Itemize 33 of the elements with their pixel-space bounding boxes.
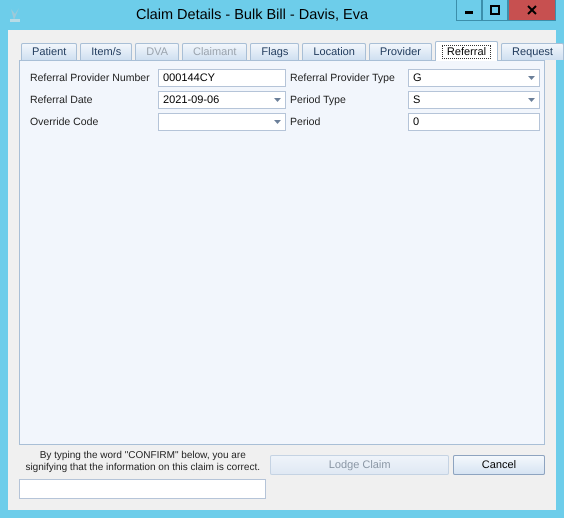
caret-icon — [528, 98, 535, 102]
confirm-notice: By typing the word "CONFIRM" below, you are signifying that the information on this claim is correct. — [24, 450, 261, 474]
field-label: Period Type — [290, 94, 347, 106]
window-title: Claim Details - Bulk Bill - Davis, Eva — [134, 7, 370, 23]
field-label: Referral Provider Number — [30, 72, 151, 84]
close-icon — [527, 5, 537, 15]
close-button[interactable] — [508, 0, 556, 21]
dropdown-field[interactable]: G — [408, 69, 540, 87]
field-label: Referral Provider Type — [290, 72, 396, 84]
minimize-button[interactable] — [456, 0, 482, 21]
input-field[interactable]: 0 — [408, 113, 540, 131]
dropdown-field[interactable]: 2021-09-06 — [158, 91, 286, 109]
field-label: Override Code — [30, 116, 100, 128]
input-field[interactable]: 000144CY — [158, 69, 286, 87]
field-label: Referral Date — [30, 94, 94, 106]
tab[interactable]: Location — [302, 43, 366, 60]
dropdown-field[interactable] — [158, 113, 286, 131]
caret-icon — [274, 98, 281, 102]
tab[interactable]: Provider — [368, 43, 432, 60]
field-label: Period — [290, 116, 322, 128]
caret-icon — [528, 76, 535, 80]
tab[interactable]: Referral — [434, 41, 498, 61]
app-logo-icon — [8, 7, 22, 23]
input-field[interactable] — [19, 479, 266, 499]
maximize-icon — [490, 5, 500, 15]
dialog-button[interactable]: Cancel — [452, 455, 545, 475]
maximize-button[interactable] — [482, 0, 508, 21]
dropdown-field[interactable]: S — [408, 91, 540, 109]
tab[interactable]: Item/s — [80, 43, 132, 60]
caret-icon — [274, 120, 281, 124]
tab[interactable]: Request — [501, 43, 564, 60]
tab[interactable]: Patient — [21, 43, 78, 60]
tab[interactable]: Flags — [250, 43, 300, 60]
